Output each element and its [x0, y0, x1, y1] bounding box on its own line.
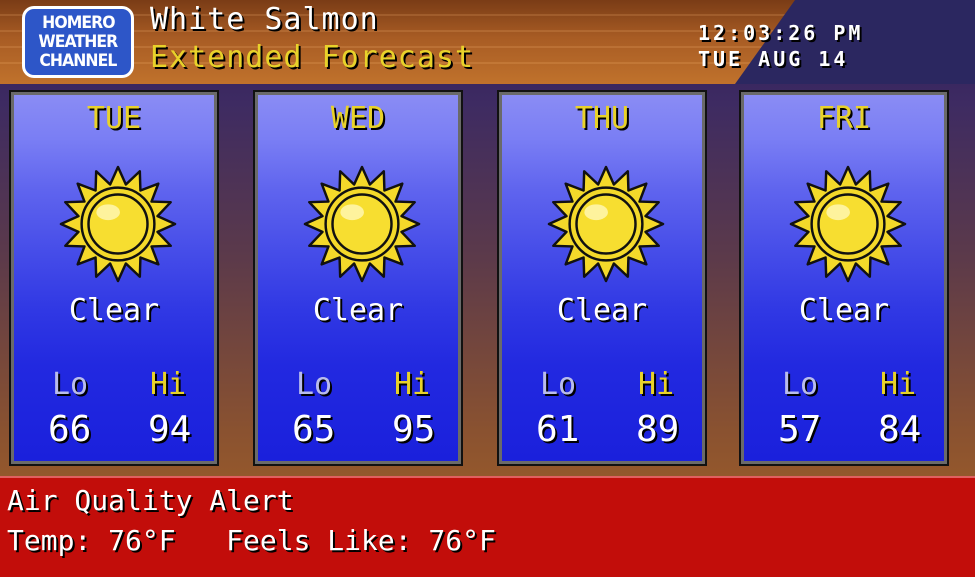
lo-label: Lo [782, 367, 819, 402]
hi-label: Hi [394, 367, 431, 402]
logo-line-1: HOMERO [41, 12, 115, 33]
channel-logo: HOMERO WEATHER CHANNEL [22, 6, 134, 78]
hi-label: Hi [150, 367, 187, 402]
forecast-panel-tue: TUE Clear Lo Hi 66 94 [9, 90, 219, 466]
hi-temp: 89 [636, 409, 680, 450]
sun-icon [59, 165, 177, 283]
sun-icon [547, 165, 665, 283]
day-label: THU [574, 101, 630, 136]
condition-text: Clear [68, 293, 160, 328]
hi-temp: 95 [392, 409, 436, 450]
lo-temp: 65 [292, 409, 336, 450]
header-bar: HOMERO WEATHER CHANNEL White Salmon Exte… [0, 0, 975, 84]
day-label: WED [330, 101, 386, 136]
page-subtitle: Extended Forecast [150, 40, 475, 75]
hi-temp: 84 [878, 409, 922, 450]
lo-label: Lo [540, 367, 577, 402]
forecast-panel-wed: WED Clear Lo Hi 65 95 [253, 90, 463, 466]
logo-line-3: CHANNEL [39, 50, 117, 71]
day-label: TUE [86, 101, 142, 136]
lo-temp: 61 [536, 409, 580, 450]
hi-label: Hi [638, 367, 675, 402]
condition-text: Clear [556, 293, 648, 328]
clock-date: TUE AUG 14 [698, 47, 849, 71]
lo-temp: 57 [778, 409, 822, 450]
clock: 12:03:26 PM TUE AUG 14 [698, 20, 863, 72]
forecast-panel-fri: FRI Clear Lo Hi 57 84 [739, 90, 949, 466]
lo-label: Lo [52, 367, 89, 402]
condition-text: Clear [798, 293, 890, 328]
sun-icon [303, 165, 421, 283]
weather-screen: HOMERO WEATHER CHANNEL White Salmon Exte… [0, 0, 975, 577]
hi-temp: 94 [148, 409, 192, 450]
location-title: White Salmon [150, 2, 379, 37]
lo-label: Lo [296, 367, 333, 402]
sun-icon [789, 165, 907, 283]
alert-title: Air Quality Alert [7, 484, 294, 517]
current-conditions: Temp: 76°F Feels Like: 76°F [7, 524, 496, 557]
condition-text: Clear [312, 293, 404, 328]
forecast-panel-thu: THU Clear Lo Hi 61 89 [497, 90, 707, 466]
alert-bar: Air Quality Alert Temp: 76°F Feels Like:… [0, 476, 975, 577]
day-label: FRI [816, 101, 872, 136]
lo-temp: 66 [48, 409, 92, 450]
logo-line-2: WEATHER [38, 31, 119, 52]
hi-label: Hi [880, 367, 917, 402]
clock-time: 12:03:26 PM [698, 21, 864, 45]
